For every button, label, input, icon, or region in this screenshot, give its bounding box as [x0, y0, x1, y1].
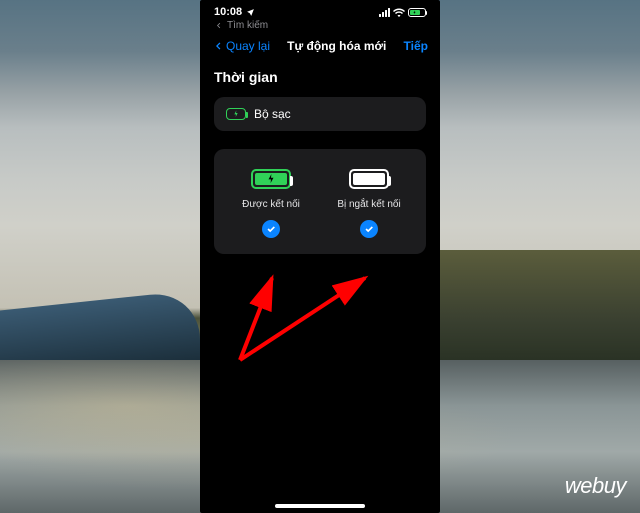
check-icon: [360, 220, 378, 238]
charger-label: Bộ sạc: [254, 107, 291, 121]
options-card: Được kết nối Bị ngắt kết nối: [214, 149, 426, 254]
status-right: [379, 8, 426, 17]
battery-full-icon: [349, 169, 389, 189]
search-label: Tìm kiếm: [227, 20, 268, 31]
battery-charging-icon: [251, 169, 291, 189]
chevron-left-icon: [212, 39, 224, 53]
wifi-icon: [393, 8, 405, 17]
page-title: Tự động hóa mới: [287, 39, 386, 53]
home-indicator[interactable]: [275, 504, 365, 508]
option-label: Bị ngắt kết nối: [337, 199, 400, 210]
search-breadcrumb[interactable]: Tìm kiếm: [200, 20, 440, 35]
nav-bar: Quay lại Tự động hóa mới Tiếp: [200, 35, 440, 63]
charger-card[interactable]: Bộ sạc: [214, 97, 426, 131]
webuy-watermark: webuy: [565, 473, 626, 499]
section-title: Thời gian: [214, 69, 426, 85]
content: Thời gian Bộ sạc Được kết nối: [200, 63, 440, 260]
clock: 10:08: [214, 6, 242, 18]
status-left: 10:08: [214, 6, 255, 18]
option-label: Được kết nối: [242, 199, 300, 210]
back-label: Quay lại: [226, 39, 270, 53]
option-disconnected[interactable]: Bị ngắt kết nối: [324, 169, 414, 238]
charger-icon: [226, 108, 246, 120]
location-icon: [246, 8, 255, 17]
back-button[interactable]: Quay lại: [212, 39, 270, 53]
next-button[interactable]: Tiếp: [404, 39, 428, 53]
phone-frame: 10:08 Tìm kiếm Quay lại Tự động hóa mới …: [200, 0, 440, 513]
chevron-left-icon: [214, 21, 223, 30]
battery-status-icon: [408, 8, 426, 17]
status-bar: 10:08: [200, 0, 440, 20]
check-icon: [262, 220, 280, 238]
option-connected[interactable]: Được kết nối: [226, 169, 316, 238]
cellular-signal-icon: [379, 8, 390, 17]
